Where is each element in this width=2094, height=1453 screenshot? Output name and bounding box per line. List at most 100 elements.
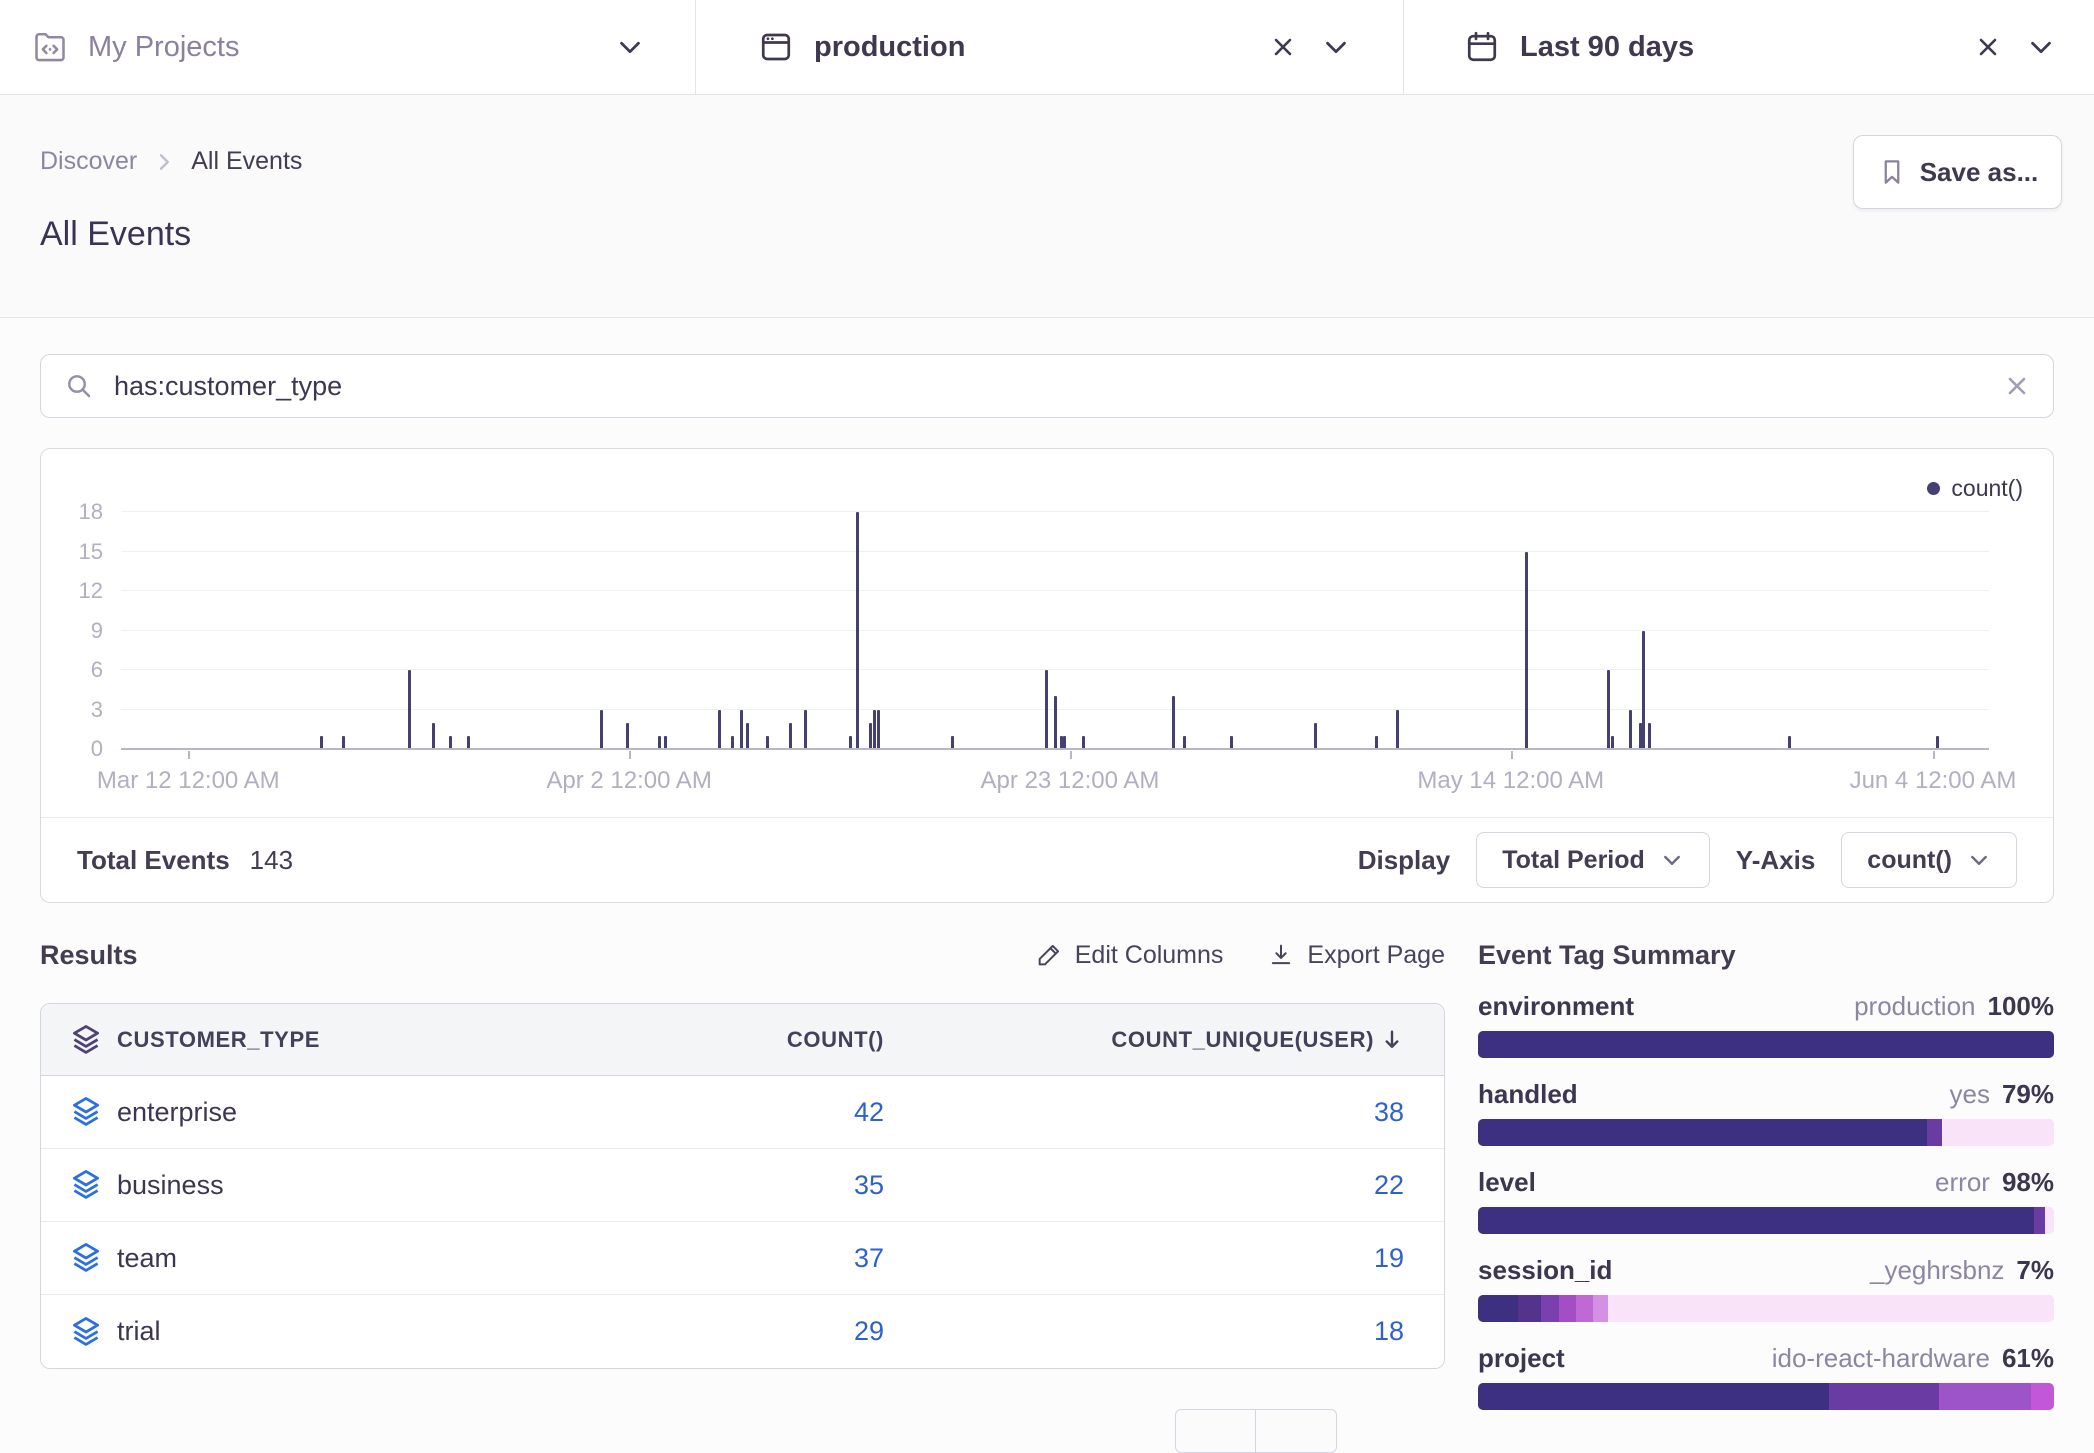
chevron-down-icon[interactable] [1321, 32, 1351, 62]
tag-top-percent: 79% [2002, 1079, 2054, 1110]
tag-bar-segment [1478, 1207, 2034, 1234]
count-value-link[interactable]: 42 [484, 1097, 884, 1128]
project-selector[interactable]: My Projects [0, 0, 695, 94]
chevron-down-icon[interactable] [615, 32, 645, 62]
results-table-header: CUSTOMER_TYPE COUNT() COUNT_UNIQUE(USER) [41, 1004, 1444, 1076]
chart-spike [746, 723, 749, 749]
gridline [121, 511, 1989, 512]
tag-name[interactable]: environment [1478, 991, 1634, 1022]
table-row[interactable]: trial 29 18 [41, 1295, 1444, 1368]
x-axis-label: Mar 12 12:00 AM [97, 767, 280, 795]
x-axis-label: Apr 23 12:00 AM [981, 767, 1160, 795]
chart-spike [740, 710, 743, 749]
tag-bar-segment [1939, 1383, 2031, 1410]
chart-spike [626, 723, 629, 749]
export-page-button[interactable]: Export Page [1267, 941, 1445, 970]
tag-bar-segment [1559, 1295, 1576, 1322]
clear-environment-icon[interactable] [1269, 33, 1297, 61]
count-value-link[interactable]: 29 [484, 1316, 884, 1347]
tag-distribution-bar[interactable] [1478, 1207, 2054, 1234]
tag-summary-row: handled yes 79% [1478, 1079, 2054, 1146]
yaxis-label: Y-Axis [1736, 845, 1816, 876]
save-as-label: Save as... [1920, 157, 2039, 188]
tag-bar-segment [2045, 1207, 2054, 1234]
gridline [121, 630, 1989, 631]
legend-dot [1927, 482, 1940, 495]
chart-spike [1314, 723, 1317, 749]
total-events-label: Total Events [77, 845, 230, 876]
calendar-icon [1464, 29, 1500, 65]
count-unique-user-value-link[interactable]: 19 [884, 1243, 1444, 1274]
tag-distribution-bar[interactable] [1478, 1295, 2054, 1322]
x-axis-label: Jun 4 12:00 AM [1850, 767, 2017, 795]
tag-summary-row: session_id _yeghrsbnz 7% [1478, 1255, 2054, 1322]
customer-type-value: trial [117, 1316, 484, 1347]
tag-top-value: ido-react-hardware [1772, 1343, 1990, 1374]
edit-columns-button[interactable]: Edit Columns [1035, 941, 1224, 970]
chart-spike [1525, 552, 1528, 749]
chart-spike [1639, 723, 1642, 749]
y-axis-label: 6 [43, 657, 103, 683]
pencil-icon [1035, 941, 1063, 969]
page-header: Discover All Events Save as... All Event… [0, 95, 2094, 318]
count-unique-user-value-link[interactable]: 18 [884, 1316, 1444, 1347]
environment-selector[interactable]: production [695, 0, 1403, 94]
chart-legend[interactable]: count() [1927, 475, 2023, 502]
chart-spike [1045, 670, 1048, 749]
tag-distribution-bar[interactable] [1478, 1119, 2054, 1146]
chart-spike [869, 723, 872, 749]
chart-footer: Total Events 143 Display Total Period Y-… [41, 817, 2053, 902]
tag-top-value: production [1854, 991, 1975, 1022]
x-axis-label: May 14 12:00 AM [1417, 767, 1604, 795]
save-as-button[interactable]: Save as... [1853, 135, 2062, 209]
tag-name[interactable]: project [1478, 1343, 1565, 1374]
tag-bar-segment [1576, 1295, 1593, 1322]
yaxis-dropdown-value: count() [1867, 846, 1952, 875]
column-header-count-unique-user[interactable]: COUNT_UNIQUE(USER) [884, 1027, 1444, 1053]
clear-daterange-icon[interactable] [1974, 33, 2002, 61]
x-axis-tick [188, 751, 190, 759]
environment-selector-label: production [814, 31, 965, 64]
search-input[interactable] [112, 370, 1986, 403]
x-axis-tick [1070, 751, 1072, 759]
column-header-count[interactable]: COUNT() [484, 1027, 884, 1053]
tag-bar-segment [2034, 1207, 2046, 1234]
tag-bar-segment [1541, 1295, 1558, 1322]
chart-spike [1629, 710, 1632, 749]
tag-bar-segment [1478, 1295, 1518, 1322]
chevron-down-icon [1967, 848, 1991, 872]
daterange-selector[interactable]: Last 90 days [1403, 0, 2094, 94]
display-label: Display [1358, 845, 1451, 876]
yaxis-dropdown[interactable]: count() [1841, 832, 2017, 888]
tag-top-percent: 61% [2002, 1343, 2054, 1374]
x-axis-tick [1511, 751, 1513, 759]
gridline [121, 590, 1989, 591]
results-heading: Results [40, 940, 138, 971]
display-dropdown[interactable]: Total Period [1476, 832, 1710, 888]
count-unique-user-value-link[interactable]: 22 [884, 1170, 1444, 1201]
chevron-down-icon[interactable] [2026, 32, 2056, 62]
tag-bar-segment [1478, 1031, 2054, 1058]
count-unique-user-value-link[interactable]: 38 [884, 1097, 1444, 1128]
tag-distribution-bar[interactable] [1478, 1031, 2054, 1058]
column-header-customer-type[interactable]: CUSTOMER_TYPE [117, 1027, 484, 1053]
gridline [121, 669, 1989, 670]
y-axis-label: 18 [43, 499, 103, 525]
clear-search-icon[interactable] [2003, 372, 2031, 400]
edit-columns-label: Edit Columns [1075, 941, 1224, 970]
chart-spike [1172, 696, 1175, 749]
table-row[interactable]: enterprise 42 38 [41, 1076, 1444, 1149]
gridline [121, 551, 1989, 552]
customer-type-value: enterprise [117, 1097, 484, 1128]
chart-spike [856, 512, 859, 749]
chart-spike [804, 710, 807, 749]
count-value-link[interactable]: 35 [484, 1170, 884, 1201]
tag-name[interactable]: session_id [1478, 1255, 1612, 1286]
tag-name[interactable]: handled [1478, 1079, 1578, 1110]
tag-name[interactable]: level [1478, 1167, 1536, 1198]
table-row[interactable]: team 37 19 [41, 1222, 1444, 1295]
count-value-link[interactable]: 37 [484, 1243, 884, 1274]
breadcrumb-discover-link[interactable]: Discover [40, 147, 137, 176]
table-row[interactable]: business 35 22 [41, 1149, 1444, 1222]
tag-distribution-bar[interactable] [1478, 1383, 2054, 1410]
